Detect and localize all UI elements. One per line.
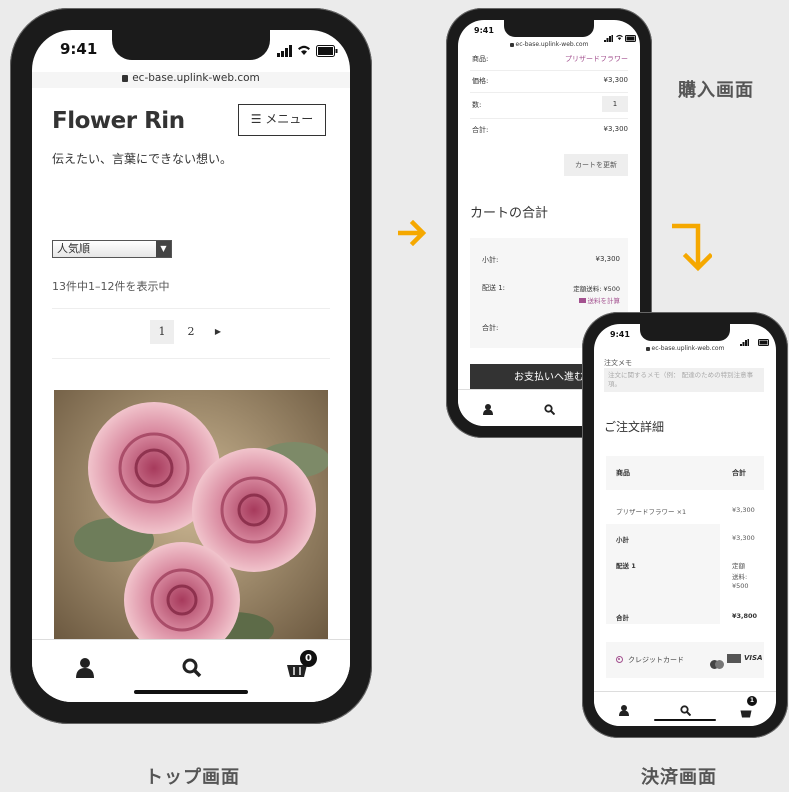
menu-label: メニュー [265,112,314,126]
total-label: 合計: [482,324,499,332]
home-indicator [134,690,248,694]
sort-select[interactable]: 人気順 ▼ [52,240,172,258]
shipping-value-line: ¥500 [732,582,749,590]
arrow-right-icon [397,219,428,250]
product-image[interactable] [54,390,328,666]
next-page-icon[interactable]: ▶ [208,320,228,344]
subtotal-value: ¥3,300 [732,534,755,542]
table-header-total: 合計 [732,469,746,477]
url-text: ec-base.uplink-web.com [651,345,725,352]
table-header-product: 商品 [616,469,630,477]
status-time: 9:41 [610,330,630,339]
subtotal-label: 小計: [482,256,499,264]
bottom-tab-bar: 1 [594,691,776,726]
search-icon[interactable] [182,658,202,682]
divider [52,308,330,309]
cart-count-badge: 1 [747,696,757,706]
shipping-label: 配送 1: [482,284,506,292]
visa-logo: VISA [744,654,763,662]
home-indicator [654,718,716,721]
site-title[interactable]: Flower Rin [52,108,185,134]
order-table: 商品 合計 プリザードフラワー ×1 ¥3,300 小計 ¥3,300 配送 1… [606,456,764,624]
search-icon[interactable] [544,400,556,419]
divider [470,118,628,119]
shipping-value-line: 定額 [732,562,745,570]
subtotal-value: ¥3,300 [595,255,621,263]
checkout-phone-screen: 9:41 ec-base.uplink-web.com 注文メモ 注文に関するメ… [594,324,776,726]
subtotal-label: 小計 [616,536,629,544]
account-icon[interactable] [483,400,493,419]
total-value: ¥3,800 [732,612,758,620]
top-phone-screen: 9:41 ec-base.uplink-web.com Flower Rin ☰… [32,30,350,702]
search-icon[interactable] [680,701,692,720]
notch [504,20,594,37]
order-item-name: プリザードフラワー ×1 [616,508,687,516]
lock-icon [645,346,650,351]
cart-row-value: ¥3,300 [603,76,629,84]
total-label: 合計 [616,614,629,622]
sort-select-value: 人気順 [57,242,90,255]
order-item-price: ¥3,300 [732,506,755,514]
arrow-down-icon [671,222,714,280]
divider [52,358,330,359]
url-text: ec-base.uplink-web.com [515,41,589,48]
order-details-title: ご注文詳細 [604,420,665,434]
top-phone-frame: 9:41 ec-base.uplink-web.com Flower Rin ☰… [10,8,372,724]
divider [470,70,628,71]
order-notes-label: 注文メモ [604,359,632,367]
wifi-icon [296,41,312,60]
status-time: 9:41 [474,26,494,35]
cart-row-label: 数: [472,101,482,109]
address-bar[interactable]: ec-base.uplink-web.com [594,345,776,352]
account-icon[interactable] [619,701,629,720]
checkout-caption: 決済画面 [641,767,717,788]
quantity-input[interactable]: 1 [602,96,628,112]
shipping-value: 定額送料: ¥500 [573,285,620,293]
cart-row-label: 合計: [472,126,489,134]
page-1-button[interactable]: 1 [150,320,174,344]
account-icon[interactable] [76,658,94,682]
update-cart-button[interactable]: カートを更新 [564,154,628,176]
lock-icon [122,74,129,82]
result-count: 13件中1–12件を表示中 [52,280,170,293]
hamburger-icon: ☰ [250,112,262,126]
status-time: 9:41 [60,40,98,58]
truck-icon [578,298,586,303]
url-text: ec-base.uplink-web.com [132,72,260,84]
shipping-value-line: 送料: [732,573,748,581]
bottom-tab-bar: 0 [32,639,350,702]
shipping-label: 配送 1 [616,562,636,570]
lock-icon [509,42,514,47]
cart-row-label: 価格: [472,77,489,85]
payment-label: クレジットカード [628,656,684,664]
notch [640,324,730,341]
cart-totals-title: カートの合計 [470,206,549,221]
top-caption: トップ画面 [145,767,240,788]
chevron-down-icon: ▼ [156,241,171,257]
notch [112,30,270,60]
checkout-phone-frame: 9:41 ec-base.uplink-web.com 注文メモ 注文に関するメ… [582,312,788,738]
divider [470,92,628,93]
page-2-button[interactable]: 2 [179,320,203,344]
cart-product-link[interactable]: プリザードフラワー [565,54,628,64]
checkout-button-label: お支払いへ進む [514,372,584,383]
cart-row-value: ¥3,300 [603,125,629,133]
cart-count-badge: 0 [300,650,317,667]
calculate-shipping-link[interactable]: 送料を計算 [578,295,621,305]
amex-icon [727,654,741,663]
calculate-shipping-label: 送料を計算 [587,297,621,305]
payment-method[interactable]: クレジットカード VISA [606,642,764,678]
cart-row-label: 商品: [472,55,489,63]
mastercard-icon [710,654,724,673]
site-tagline: 伝えたい、言葉にできない想い。 [52,152,233,166]
order-notes-textarea[interactable]: 注文に関するメモ（例： 配達のための特別注意事項。 [604,368,764,392]
address-bar[interactable]: ec-base.uplink-web.com [32,72,350,88]
purchase-caption: 購入画面 [678,80,754,101]
radio-selected-icon[interactable] [616,656,623,663]
menu-button[interactable]: ☰ メニュー [238,104,326,136]
signal-icon [277,42,293,61]
address-bar[interactable]: ec-base.uplink-web.com [458,41,640,48]
battery-icon [316,42,338,61]
